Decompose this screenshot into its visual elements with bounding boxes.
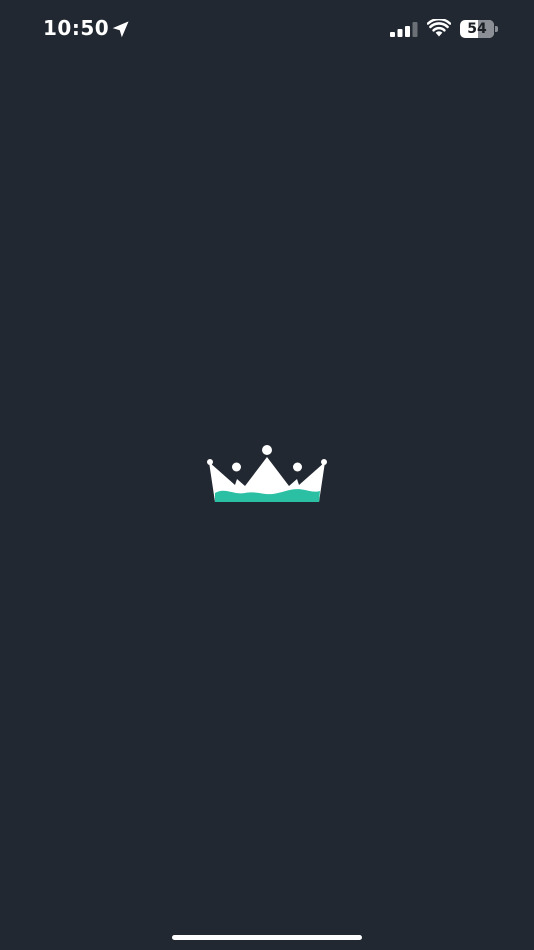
battery-level-text: 54	[467, 21, 487, 37]
crown-ball-right	[321, 459, 327, 465]
status-bar: 10:50 54	[0, 0, 534, 60]
signal-bar-3	[405, 26, 410, 37]
home-indicator[interactable]	[172, 935, 362, 940]
crown-ball-center	[262, 445, 272, 455]
signal-bar-2	[397, 29, 403, 37]
signal-bar-1	[390, 32, 395, 37]
crown-logo	[207, 445, 327, 502]
splash-screen: 10:50 54	[0, 0, 534, 950]
cellular-signal-icon	[390, 22, 418, 37]
wifi-icon	[427, 19, 451, 37]
crown-ball-inner-right	[293, 462, 302, 472]
battery-icon: 54	[460, 20, 494, 38]
signal-bar-4	[412, 22, 418, 37]
crown-ball-inner-left	[232, 462, 241, 472]
crown-ball-left	[207, 459, 213, 465]
status-time: 10:50	[43, 16, 110, 40]
location-arrow-icon	[112, 21, 129, 38]
battery-cap	[495, 26, 498, 32]
